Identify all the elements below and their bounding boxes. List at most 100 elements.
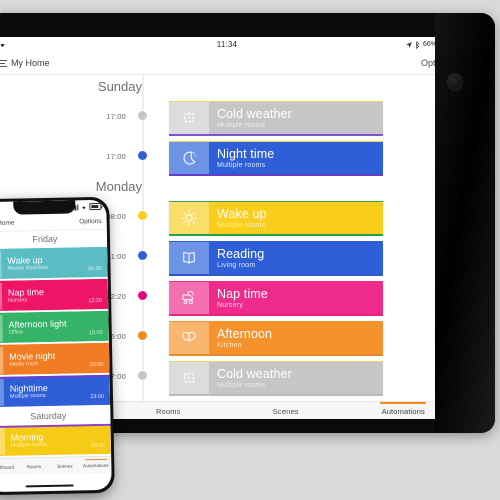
card-bottom-accent: [169, 174, 383, 176]
card-text-group: Night time Multiple rooms: [209, 142, 383, 174]
card-title: Nap time: [217, 286, 268, 301]
status-clock: 11:34: [216, 40, 238, 49]
table-row[interactable]: Sunday 17:00 Cold weather Multiple rooms: [0, 79, 462, 136]
row-time-label: 08:00: [91, 442, 105, 450]
phone-notch: [13, 200, 76, 215]
row-text-group: Movie night Media room: [3, 343, 110, 375]
automation-card[interactable]: Afternoon Kitchen: [169, 322, 383, 354]
card-icon-pane: [169, 362, 209, 394]
card-subtitle: Living room: [217, 261, 256, 269]
card-text-group: Cold weather Multiple rooms: [209, 102, 383, 134]
card-subtitle: Multiple rooms: [217, 221, 266, 229]
tab-scenes[interactable]: Scenes: [227, 407, 345, 416]
list-item[interactable]: Morning Multiple rooms 08:00: [0, 423, 112, 457]
phone-options-button[interactable]: Options: [79, 217, 102, 224]
list-item[interactable]: Afternoon light Office 15:00: [0, 310, 109, 344]
card-bottom-accent: [169, 234, 383, 236]
moon-icon: [180, 149, 198, 167]
tab-rooms[interactable]: Rooms: [110, 407, 228, 416]
row-text-group: Morning Multiple rooms: [5, 424, 112, 456]
automation-card[interactable]: Night time Multiple rooms: [169, 142, 383, 174]
automation-card[interactable]: Cold weather Multiple rooms: [169, 102, 383, 134]
row-text-group: Nighttime Multiple rooms: [4, 375, 111, 407]
day-group-label: Monday: [95, 179, 142, 194]
book-icon: [180, 249, 198, 267]
sun-icon: [0, 435, 1, 446]
list-item[interactable]: Wake up Master Bedroom 06:30: [0, 246, 108, 280]
card-title: Cold weather: [217, 366, 292, 381]
card-subtitle: Nursery: [217, 301, 243, 309]
automation-card[interactable]: Wake up Multiple rooms: [169, 202, 383, 234]
tab-automations[interactable]: Automations: [345, 407, 463, 416]
phone-tab-automations[interactable]: Automations: [80, 462, 111, 468]
row-text-group: Nap time Nursery: [2, 279, 109, 311]
phone-tab-scenes[interactable]: Scenes: [49, 463, 80, 469]
row-time-label: 06:30: [87, 265, 102, 273]
location-arrow-icon: [405, 41, 412, 48]
card-text-group: Cold weather Multiple rooms: [209, 362, 383, 394]
battery-percent-label: 66%: [422, 41, 437, 48]
day-group-label: Sunday: [97, 79, 142, 94]
tablet-front-camera: [447, 73, 463, 91]
phone-page-title: My Home: [0, 219, 15, 227]
timeline-dot: [137, 250, 148, 261]
list-item[interactable]: Nighttime Multiple rooms 23:00: [0, 374, 111, 408]
card-title: Wake up: [217, 206, 267, 221]
nav-left-group: My Home: [0, 58, 50, 68]
phone-tab-dashboard[interactable]: Dashboard: [0, 464, 18, 470]
snowflake-icon: [180, 109, 198, 127]
card-text-group: Wake up Multiple rooms: [209, 202, 383, 234]
row-time-label: 17:00: [106, 152, 126, 161]
options-button[interactable]: Options: [421, 58, 452, 68]
card-icon-pane: [169, 242, 209, 274]
card-bottom-accent: [169, 354, 383, 356]
list-item[interactable]: Nap time Nursery 12:20: [0, 278, 109, 312]
battery-icon: [440, 40, 458, 49]
tablet-nav-bar: My Home Options: [0, 52, 462, 75]
card-icon-pane: [169, 282, 209, 314]
page-title: My Home: [11, 58, 50, 68]
row-time-label: 23:00: [90, 393, 105, 401]
automation-card[interactable]: Nap time Nursery: [169, 282, 383, 314]
snowflake-icon: [180, 369, 198, 387]
automation-card[interactable]: Cold weather Multiple rooms: [169, 362, 383, 394]
phone-automations-list: Friday Wake up Master Bedroom 06:30 Nap …: [0, 229, 112, 459]
timeline-dot: [137, 290, 148, 301]
table-row[interactable]: 17:00 Night time Multiple rooms: [0, 137, 462, 176]
butterfly-icon: [180, 329, 198, 347]
timeline-dot: [137, 110, 148, 121]
row-time-label: 20:00: [89, 361, 104, 369]
stroller-icon: [180, 289, 198, 307]
card-text-group: Nap time Nursery: [209, 282, 383, 314]
list-item[interactable]: Movie night Media room 20:00: [0, 342, 110, 376]
card-subtitle: Multiple rooms: [217, 161, 266, 169]
sun-icon: [180, 209, 198, 227]
card-icon-pane: [169, 142, 209, 174]
card-bottom-accent: [169, 274, 383, 276]
hamburger-menu-icon[interactable]: [0, 59, 7, 67]
row-text-group: Afternoon light Office: [2, 311, 109, 343]
card-bottom-accent: [169, 134, 383, 136]
phone-tab-rooms[interactable]: Rooms: [18, 463, 49, 469]
card-title: Cold weather: [217, 106, 292, 121]
phone-home-indicator[interactable]: [25, 484, 74, 488]
wifi-icon: [80, 204, 87, 210]
card-icon-pane: [169, 202, 209, 234]
row-text-group: Wake up Master Bedroom: [1, 247, 108, 279]
row-time-label: 17:00: [106, 112, 126, 121]
card-title: Reading: [217, 246, 265, 261]
card-text-group: Afternoon Kitchen: [209, 322, 383, 354]
timeline-dot: [137, 370, 148, 381]
card-icon-pane: [169, 322, 209, 354]
phone-screen: 13 My Home Options Friday: [0, 199, 112, 493]
card-text-group: Reading Living room: [209, 242, 383, 274]
status-right-group: 66%: [405, 40, 458, 49]
card-icon-pane: [169, 102, 209, 134]
card-subtitle: Multiple rooms: [217, 381, 266, 389]
timeline-dot: [137, 150, 148, 161]
row-time-label: 12:20: [88, 297, 103, 305]
automation-card[interactable]: Reading Living room: [169, 242, 383, 274]
card-bottom-accent: [169, 314, 383, 316]
card-subtitle: Multiple rooms: [217, 121, 266, 129]
card-title: Night time: [217, 146, 275, 161]
